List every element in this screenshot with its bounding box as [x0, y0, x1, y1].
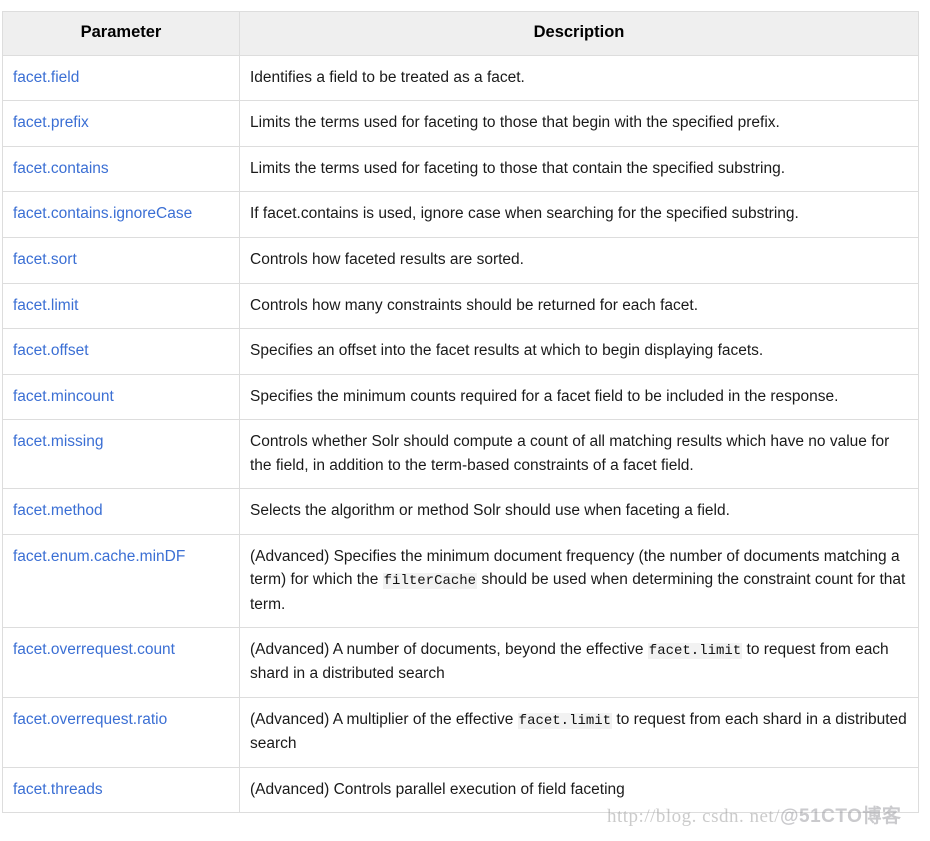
parameter-cell: facet.method: [2, 488, 240, 535]
table-row: facet.contains Limits the terms used for …: [2, 145, 919, 193]
description-text: Limits the terms used for faceting to th…: [250, 159, 786, 177]
parameter-cell: facet.mincount: [2, 373, 240, 421]
page-root: Parameter Description facet.field Identif…: [0, 0, 930, 841]
column-header-parameter: Parameter: [2, 11, 240, 56]
description-text: Controls whether Solr should compute a c…: [250, 433, 890, 474]
parameter-link[interactable]: facet.missing: [13, 433, 103, 450]
parameter-table-container: Parameter Description facet.field Identif…: [2, 11, 919, 814]
parameter-cell: facet.offset: [2, 328, 240, 375]
parameter-cell: facet.contains: [2, 145, 240, 193]
description-text: (Advanced) A multiplier of the effective: [250, 710, 518, 728]
description-cell: Controls how many constraints should be …: [239, 282, 919, 330]
description-cell: Controls whether Solr should compute a c…: [239, 419, 919, 490]
parameter-cell: facet.enum.cache.minDF: [2, 533, 240, 629]
description-text: Specifies an offset into the facet resul…: [250, 342, 764, 360]
parameter-cell: facet.missing: [2, 419, 240, 490]
description-cell: Specifies an offset into the facet resul…: [239, 328, 919, 375]
table-row: facet.field Identifies a field to be trea…: [2, 54, 919, 102]
parameter-link[interactable]: facet.overrequest.ratio: [13, 711, 167, 728]
table-row: facet.enum.cache.minDF (Advanced) Specifi…: [2, 533, 919, 629]
description-text: Limits the terms used for faceting to th…: [250, 114, 780, 132]
table-row: facet.mincount Specifies the minimum coun…: [2, 373, 919, 421]
description-cell: Limits the terms used for faceting to th…: [239, 100, 919, 147]
table-row: facet.overrequest.count (Advanced) A numb…: [2, 627, 919, 698]
description-cell: Specifies the minimum counts required fo…: [239, 373, 919, 421]
parameter-link[interactable]: facet.threads: [13, 781, 103, 798]
parameter-link[interactable]: facet.offset: [13, 342, 89, 359]
description-cell: Identifies a field to be treated as a fa…: [239, 54, 919, 102]
description-cell: (Advanced) A multiplier of the effective…: [239, 696, 919, 768]
description-text: Controls how faceted results are sorted.: [250, 250, 524, 268]
table-row: facet.offset Specifies an offset into the…: [2, 328, 919, 375]
table-row: facet.threads (Advanced) Controls paralle…: [2, 766, 919, 814]
table-row: facet.contains.ignoreCase If facet.contai…: [2, 191, 919, 238]
parameter-cell: facet.prefix: [2, 100, 240, 147]
description-cell: (Advanced) Controls parallel execution o…: [239, 766, 919, 814]
parameter-cell: facet.overrequest.ratio: [2, 696, 240, 768]
table-row: facet.overrequest.ratio (Advanced) A mult…: [2, 696, 919, 768]
inline-code: filterCache: [382, 573, 478, 590]
description-cell: Controls how faceted results are sorted.: [239, 236, 919, 284]
parameter-link[interactable]: facet.enum.cache.minDF: [13, 548, 185, 565]
parameter-link[interactable]: facet.field: [13, 69, 79, 86]
table-row: facet.method Selects the algorithm or met…: [2, 488, 919, 535]
parameter-link[interactable]: facet.mincount: [13, 388, 114, 405]
parameter-cell: facet.limit: [2, 282, 240, 330]
description-text: Controls how many constraints should be …: [250, 296, 699, 314]
parameter-link[interactable]: facet.contains.ignoreCase: [13, 205, 192, 222]
parameter-link[interactable]: facet.sort: [13, 251, 77, 268]
table-row: facet.missing Controls whether Solr shoul…: [2, 419, 919, 490]
table-row: facet.sort Controls how faceted results a…: [2, 236, 919, 284]
parameter-cell: facet.contains.ignoreCase: [2, 191, 240, 238]
parameter-link[interactable]: facet.limit: [13, 297, 78, 314]
description-cell: Limits the terms used for faceting to th…: [239, 145, 919, 193]
parameter-link[interactable]: facet.prefix: [13, 114, 89, 131]
description-cell: (Advanced) A number of documents, beyond…: [239, 627, 919, 698]
parameter-link[interactable]: facet.overrequest.count: [13, 641, 175, 658]
description-text: (Advanced) A number of documents, beyond…: [250, 641, 648, 659]
description-text: Specifies the minimum counts required fo…: [250, 387, 839, 405]
table-row: facet.prefix Limits the terms used for fa…: [2, 100, 919, 147]
description-text: (Advanced) Controls parallel execution o…: [250, 780, 625, 798]
parameter-cell: facet.threads: [2, 766, 240, 814]
description-text: Selects the algorithm or method Solr sho…: [250, 502, 730, 520]
column-header-description: Description: [239, 11, 919, 56]
parameter-cell: facet.sort: [2, 236, 240, 284]
parameter-link[interactable]: facet.method: [13, 502, 103, 519]
table-header-row: Parameter Description: [2, 11, 919, 56]
table-row: facet.limit Controls how many constraints…: [2, 282, 919, 330]
description-text: If facet.contains is used, ignore case w…: [250, 205, 799, 223]
parameter-link[interactable]: facet.contains: [13, 160, 109, 177]
facet-parameters-table: Parameter Description facet.field Identif…: [2, 11, 919, 814]
description-cell: Selects the algorithm or method Solr sho…: [239, 488, 919, 535]
table-header: Parameter Description: [2, 11, 919, 56]
parameter-cell: facet.overrequest.count: [2, 627, 240, 698]
inline-code: facet.limit: [517, 712, 613, 729]
table-body: facet.field Identifies a field to be trea…: [2, 54, 919, 814]
description-cell: If facet.contains is used, ignore case w…: [239, 191, 919, 238]
inline-code: facet.limit: [647, 643, 743, 660]
parameter-cell: facet.field: [2, 54, 240, 102]
description-text: Identifies a field to be treated as a fa…: [250, 68, 525, 86]
description-cell: (Advanced) Specifies the minimum documen…: [239, 533, 919, 629]
